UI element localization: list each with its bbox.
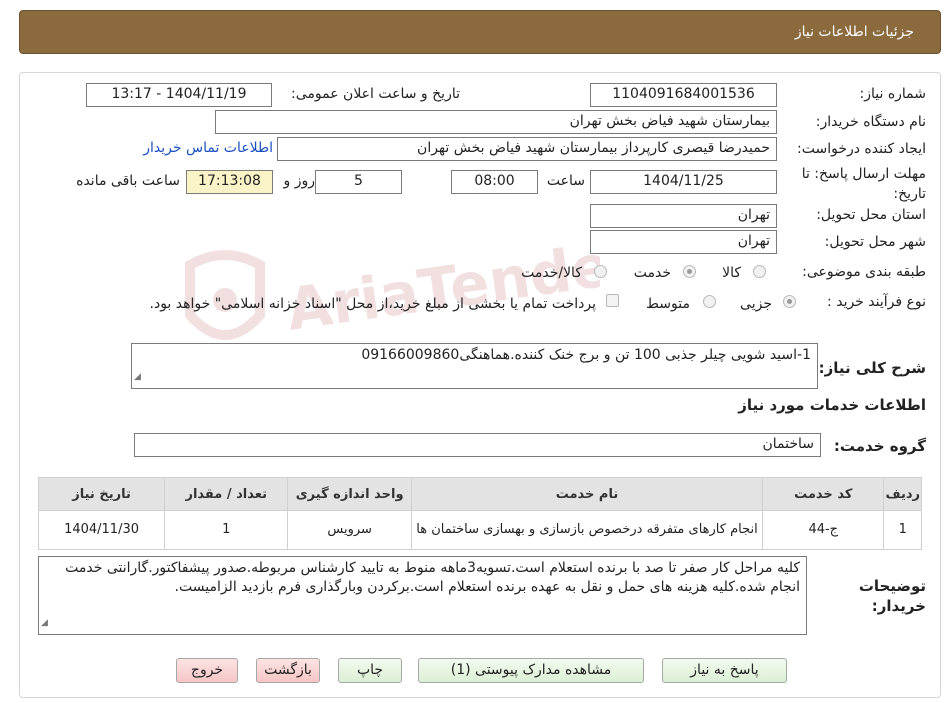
reply-button[interactable]: پاسخ به نیاز [662,658,787,683]
province-field: تهران [590,204,777,228]
remaining-label: ساعت باقی مانده [76,173,180,189]
service-group-field: ساختمان [134,433,821,457]
city-field: تهران [590,230,777,254]
category-label: طبقه بندی موضوعی: [802,264,926,280]
col-header-service-name: نام خدمت [410,477,764,511]
services-table: ردیف کد خدمت نام خدمت واحد اندازه گیری ت… [37,477,922,550]
category-service-radio[interactable] [683,265,696,278]
cell-service-name: انجام کارهای متفرقه درخصوص بازسازی و بهس… [410,510,764,550]
buyer-notes-textarea[interactable]: کلیه مراحل کار صفر تا صد با برنده استعلا… [38,556,807,635]
resize-grip-icon[interactable]: ◢ [134,368,141,387]
need-number-label: شماره نیاز: [859,86,927,102]
deadline-date-field: 1404/11/25 [590,170,777,194]
cell-quantity: 1 [164,510,289,550]
cell-service-code: ج-44 [762,510,885,550]
category-both-radio[interactable] [594,265,607,278]
days-field: 5 [315,170,402,194]
city-label: شهر محل تحویل: [824,234,926,250]
category-goods-radio[interactable] [753,265,766,278]
services-section-title: اطلاعات خدمات مورد نیاز [738,396,926,414]
deadline-time-label: ساعت [546,173,585,189]
treasury-payment-checkbox[interactable] [606,294,619,307]
col-header-service-code: کد خدمت [762,477,885,511]
process-minor-radio[interactable] [783,295,796,308]
page-title: جزئیات اطلاعات نیاز [794,24,914,40]
remaining-time-field: 17:13:08 [186,170,273,194]
col-header-need-date: تاریخ نیاز [37,477,166,511]
back-button[interactable]: بازگشت [256,658,320,683]
need-number-field: 1104091684001536 [590,83,777,107]
province-label: استان محل تحویل: [816,207,926,223]
deadline-label: مهلت ارسال پاسخ: تا تاریخ: [801,166,926,202]
summary-text: 1-اسید شویی چیلر جذبی 100 تن و برج خنک ک… [361,347,811,363]
deadline-time-field: 08:00 [451,170,538,194]
announce-date-label: تاریخ و ساعت اعلان عمومی: [291,86,460,102]
col-header-unit: واحد اندازه گیری [287,477,412,511]
category-goods-label: کالا [722,265,741,281]
category-both-label: کالا/خدمت [521,265,582,281]
buyer-notes-label: توضیحات خریدار: [858,577,926,615]
buyer-notes-text: کلیه مراحل کار صفر تا صد با برنده استعلا… [65,560,800,595]
process-minor-label: جزیی [740,296,772,312]
process-medium-label: متوسط [646,296,690,312]
process-medium-radio[interactable] [703,295,716,308]
treasury-payment-note: پرداخت تمام یا بخشی از مبلغ خرید،از محل … [149,296,596,312]
requester-label: ایجاد کننده درخواست: [797,141,926,157]
resize-grip-icon[interactable]: ◢ [41,614,48,633]
cell-need-date: 1404/11/30 [37,510,166,550]
requester-field: حمیدرضا قیصری کارپرداز بیمارستان شهید فی… [277,137,777,161]
page-header: جزئیات اطلاعات نیاز [19,10,941,54]
summary-label: شرح کلی نیاز: [818,359,926,377]
category-service-label: خدمت [633,265,671,281]
table-row: 1 ج-44 انجام کارهای متفرقه درخصوص بازساز… [37,510,922,550]
view-attachments-button[interactable]: مشاهده مدارک پیوستی (1) [418,658,644,683]
buyer-contact-link[interactable]: اطلاعات تماس خریدار [143,140,273,156]
summary-textarea[interactable]: 1-اسید شویی چیلر جذبی 100 تن و برج خنک ک… [131,343,818,389]
days-label: روز و [283,173,316,189]
exit-button[interactable]: خروج [176,658,238,683]
cell-row-no: 1 [883,510,922,550]
service-group-label: گروه خدمت: [833,437,926,455]
process-label: نوع فرآیند خرید : [827,294,926,310]
buyer-field: بیمارستان شهید فیاض بخش تهران [215,110,777,134]
buyer-label: نام دستگاه خریدار: [815,114,926,130]
print-button[interactable]: چاپ [338,658,402,683]
col-header-quantity: تعداد / مقدار [164,477,289,511]
col-header-row-no: ردیف [883,477,922,511]
announce-date-field: 1404/11/19 - 13:17 [86,83,272,107]
cell-unit: سرویس [287,510,412,550]
